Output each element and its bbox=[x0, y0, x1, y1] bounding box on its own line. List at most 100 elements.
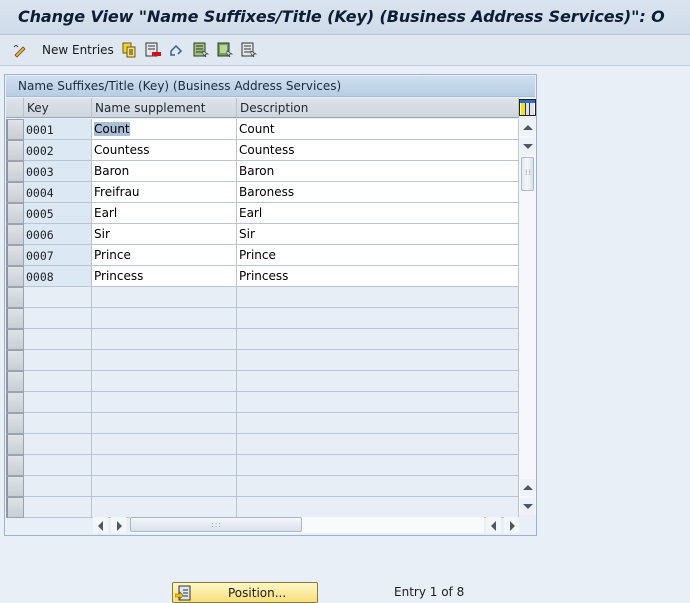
column-header-key[interactable]: Key bbox=[24, 98, 92, 118]
position-button[interactable]: Position... bbox=[172, 582, 318, 603]
undo-change-icon bbox=[170, 44, 183, 56]
select-all-rows-header[interactable] bbox=[6, 98, 24, 118]
select-block-button[interactable] bbox=[217, 41, 233, 59]
display-change-button[interactable] bbox=[12, 41, 28, 59]
cell-name-supplement bbox=[92, 476, 237, 497]
row-selector[interactable] bbox=[6, 287, 24, 308]
row-selector[interactable] bbox=[6, 329, 24, 350]
row-selector[interactable] bbox=[6, 245, 24, 266]
table-settings-button[interactable] bbox=[519, 99, 536, 116]
cell-key-text: 0003 bbox=[26, 165, 54, 179]
table-title: Name Suffixes/Title (Key) (Business Addr… bbox=[18, 79, 342, 93]
cell-description[interactable]: Earl bbox=[237, 203, 519, 224]
cell-description bbox=[237, 308, 519, 329]
vertical-scrollbar[interactable]: ⁞⁞ bbox=[519, 119, 536, 515]
row-selector[interactable] bbox=[6, 434, 24, 455]
cell-description[interactable]: Princess bbox=[237, 266, 519, 287]
cell-key bbox=[24, 392, 92, 413]
cell-key: 0004 bbox=[24, 182, 92, 203]
row-selector[interactable] bbox=[6, 371, 24, 392]
row-selector[interactable] bbox=[6, 413, 24, 434]
deselect-all-icon bbox=[241, 42, 257, 58]
cell-key: 0008 bbox=[24, 266, 92, 287]
row-selector[interactable] bbox=[6, 224, 24, 245]
cell-name-supplement-text: Freifrau bbox=[94, 185, 140, 199]
delete-button[interactable] bbox=[145, 41, 161, 59]
copy-as-button[interactable] bbox=[121, 41, 137, 59]
cell-description[interactable]: Baron bbox=[237, 161, 519, 182]
row-selector[interactable] bbox=[6, 455, 24, 476]
undo-change-button[interactable] bbox=[169, 41, 185, 59]
row-selector[interactable] bbox=[6, 119, 24, 140]
cell-description[interactable]: Baroness bbox=[237, 182, 519, 203]
cell-name-supplement[interactable]: Freifrau bbox=[92, 182, 237, 203]
row-selector[interactable] bbox=[6, 308, 24, 329]
vertical-scroll-thumb[interactable]: ⁞⁞ bbox=[521, 157, 534, 191]
scroll-down-button[interactable] bbox=[520, 138, 535, 155]
application-toolbar: New Entries © www.tutorialkart.com bbox=[0, 35, 690, 97]
scroll-page-down-button[interactable] bbox=[520, 498, 535, 515]
row-selector[interactable] bbox=[6, 476, 24, 497]
cell-description[interactable]: Countess bbox=[237, 140, 519, 161]
cell-name-supplement[interactable]: Baron bbox=[92, 161, 237, 182]
select-block-icon bbox=[217, 42, 233, 58]
row-selector[interactable] bbox=[6, 350, 24, 371]
position-icon bbox=[175, 585, 191, 601]
cell-name-supplement[interactable]: Count bbox=[92, 119, 237, 140]
row-selector[interactable] bbox=[6, 182, 24, 203]
cell-description[interactable]: Prince bbox=[237, 245, 519, 266]
cell-name-supplement-text: Sir bbox=[94, 227, 110, 241]
cell-name-supplement[interactable]: Countess bbox=[92, 140, 237, 161]
scroll-far-right-button[interactable] bbox=[504, 517, 519, 533]
cell-name-supplement[interactable]: Earl bbox=[92, 203, 237, 224]
cell-name-supplement[interactable]: Sir bbox=[92, 224, 237, 245]
delete-icon bbox=[145, 42, 161, 57]
cell-name-supplement-text: Baron bbox=[94, 164, 130, 178]
cell-description bbox=[237, 497, 519, 518]
cell-name-supplement-text: Prince bbox=[94, 248, 131, 262]
cell-description[interactable]: Count bbox=[237, 119, 519, 140]
row-selector[interactable] bbox=[6, 266, 24, 287]
cell-name-supplement bbox=[92, 392, 237, 413]
row-selector[interactable] bbox=[6, 140, 24, 161]
cell-name-supplement[interactable]: Princess bbox=[92, 266, 237, 287]
row-selector[interactable] bbox=[6, 161, 24, 182]
arrow-up-icon bbox=[523, 485, 533, 490]
row-selector[interactable] bbox=[6, 392, 24, 413]
cell-name-supplement-text: Count bbox=[94, 122, 130, 136]
column-header-name-supplement[interactable]: Name supplement bbox=[92, 98, 237, 118]
cell-description-text: Princess bbox=[239, 269, 289, 283]
table-title-bar: Name Suffixes/Title (Key) (Business Addr… bbox=[6, 76, 535, 97]
scroll-up-button[interactable] bbox=[520, 119, 535, 136]
scroll-left-button[interactable] bbox=[93, 517, 108, 533]
horizontal-scroll-thumb[interactable]: ::: bbox=[130, 517, 302, 532]
cell-description bbox=[237, 371, 519, 392]
cell-description-text: Prince bbox=[239, 248, 276, 262]
cell-description-text: Baron bbox=[239, 164, 275, 178]
cell-name-supplement bbox=[92, 413, 237, 434]
select-all-button[interactable] bbox=[193, 41, 209, 59]
horizontal-scroll-track[interactable]: ::: bbox=[130, 517, 484, 533]
cell-key bbox=[24, 308, 92, 329]
new-entries-button[interactable]: New Entries bbox=[38, 41, 114, 59]
deselect-all-button[interactable] bbox=[241, 41, 257, 59]
row-selector[interactable] bbox=[6, 497, 24, 518]
scroll-far-left-button[interactable] bbox=[486, 517, 501, 533]
cell-key: 0003 bbox=[24, 161, 92, 182]
cell-key: 0006 bbox=[24, 224, 92, 245]
column-header-description[interactable]: Description bbox=[237, 98, 519, 118]
cell-description bbox=[237, 476, 519, 497]
horizontal-scrollbar[interactable]: ::: bbox=[93, 516, 519, 534]
scroll-page-up-button[interactable] bbox=[520, 479, 535, 496]
cell-key bbox=[24, 476, 92, 497]
arrow-left-icon bbox=[491, 521, 496, 531]
cell-key: 0001 bbox=[24, 119, 92, 140]
cell-key bbox=[24, 413, 92, 434]
column-config-icon bbox=[520, 100, 535, 115]
cell-key-text: 0001 bbox=[26, 123, 54, 137]
cell-description[interactable]: Sir bbox=[237, 224, 519, 245]
cell-name-supplement[interactable]: Prince bbox=[92, 245, 237, 266]
cell-key bbox=[24, 371, 92, 392]
row-selector[interactable] bbox=[6, 203, 24, 224]
scroll-right-button[interactable] bbox=[111, 517, 126, 533]
